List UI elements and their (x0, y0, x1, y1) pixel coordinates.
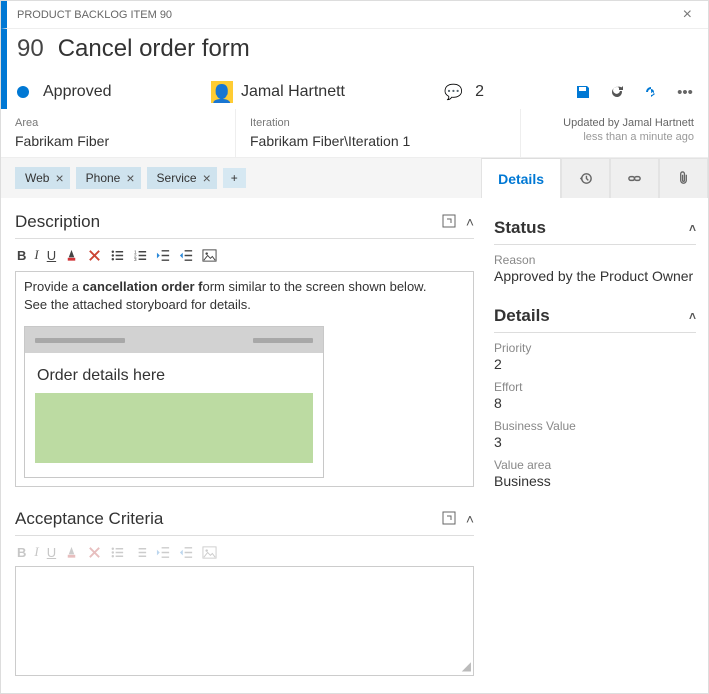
mockup-header (25, 327, 323, 353)
tag-phone[interactable]: Phone × (76, 167, 141, 189)
tag-service[interactable]: Service × (147, 167, 217, 189)
comment-icon[interactable]: 💬 (444, 83, 463, 101)
tab-history[interactable] (561, 158, 610, 198)
title-row: 90 Cancel order form (1, 29, 708, 75)
tag-add-button[interactable]: + (223, 168, 246, 188)
bold-button[interactable]: B (17, 248, 26, 263)
image-button[interactable] (202, 248, 217, 263)
description-editor[interactable]: Provide a cancellation order form simila… (15, 271, 474, 487)
undo-icon[interactable] (638, 84, 664, 100)
business-value-value[interactable]: 3 (494, 434, 696, 450)
underline-button[interactable]: U (47, 248, 56, 263)
underline-button[interactable]: U (47, 545, 56, 560)
bullet-list-button[interactable] (110, 248, 125, 263)
tab-attachments[interactable] (659, 158, 708, 198)
assignee-name[interactable]: Jamal Hartnett (241, 83, 345, 101)
tag-label: Service (157, 171, 197, 185)
iteration-value[interactable]: Fabrikam Fiber\Iteration 1 (250, 133, 506, 149)
bullet-list-button[interactable] (110, 545, 125, 560)
save-icon[interactable] (570, 84, 596, 100)
indent-button[interactable] (179, 545, 194, 560)
state-dot (17, 86, 29, 98)
fullscreen-icon[interactable] (442, 511, 456, 525)
iteration-label: Iteration (250, 117, 506, 129)
mockup-title: Order details here (37, 367, 313, 385)
value-area-value[interactable]: Business (494, 473, 696, 489)
area-label: Area (15, 117, 221, 129)
image-button[interactable] (202, 545, 217, 560)
acceptance-editor[interactable]: ◢ (15, 566, 474, 676)
close-button[interactable]: × (677, 6, 698, 24)
work-item-title[interactable]: Cancel order form (58, 35, 250, 63)
collapse-icon[interactable]: ˄ (689, 309, 696, 323)
tag-remove-icon[interactable]: × (203, 170, 211, 186)
description-mockup: Order details here (24, 326, 324, 478)
collapse-icon[interactable]: ˄ (466, 511, 474, 527)
updated-by: Updated by Jamal Hartnett (563, 117, 694, 129)
indent-button[interactable] (179, 248, 194, 263)
bold-button[interactable]: B (17, 545, 26, 560)
mockup-placeholder (35, 393, 313, 463)
more-icon[interactable]: ••• (672, 84, 698, 101)
outdent-button[interactable] (156, 248, 171, 263)
tab-details[interactable]: Details (481, 158, 561, 198)
italic-button[interactable]: I (34, 544, 38, 560)
number-list-button[interactable] (133, 545, 148, 560)
resize-grip-icon[interactable]: ◢ (462, 659, 471, 673)
tab-links[interactable] (610, 158, 659, 198)
work-item-type-eyebrow: PRODUCT BACKLOG ITEM 90 (17, 9, 172, 21)
clear-format-button[interactable] (87, 248, 102, 263)
priority-label: Priority (494, 341, 696, 355)
effort-value[interactable]: 8 (494, 395, 696, 411)
business-value-label: Business Value (494, 419, 696, 433)
fullscreen-icon[interactable] (442, 214, 456, 228)
tag-label: Web (25, 171, 49, 185)
description-text[interactable]: Provide a cancellation order form simila… (16, 272, 473, 320)
value-area-label: Value area (494, 458, 696, 472)
area-value[interactable]: Fabrikam Fiber (15, 133, 221, 149)
reason-label: Reason (494, 253, 696, 267)
refresh-icon[interactable] (604, 84, 630, 100)
tag-remove-icon[interactable]: × (55, 170, 63, 186)
italic-button[interactable]: I (34, 247, 38, 263)
effort-label: Effort (494, 380, 696, 394)
font-color-button[interactable] (64, 248, 79, 263)
reason-value[interactable]: Approved by the Product Owner (494, 268, 696, 284)
outdent-button[interactable] (156, 545, 171, 560)
acceptance-heading: Acceptance Criteria (15, 509, 163, 529)
updated-when: less than a minute ago (583, 131, 694, 143)
collapse-icon[interactable]: ˄ (466, 214, 474, 230)
details-heading: Details (494, 306, 550, 326)
acceptance-toolbar: B I U (15, 536, 474, 568)
collapse-icon[interactable]: ˄ (689, 221, 696, 235)
assignee-avatar[interactable]: 👤 (211, 81, 233, 103)
svg-text:3: 3 (134, 257, 137, 262)
status-heading: Status (494, 218, 546, 238)
description-toolbar: B I U 123 (15, 239, 474, 271)
state-label[interactable]: Approved (43, 83, 112, 101)
tag-remove-icon[interactable]: × (126, 170, 134, 186)
tag-label: Phone (86, 171, 121, 185)
description-heading: Description (15, 212, 100, 232)
work-item-id: 90 (17, 35, 44, 63)
font-color-button[interactable] (64, 545, 79, 560)
comment-count[interactable]: 2 (475, 83, 484, 101)
priority-value[interactable]: 2 (494, 356, 696, 372)
number-list-button[interactable]: 123 (133, 248, 148, 263)
tag-web[interactable]: Web × (15, 167, 70, 189)
clear-format-button[interactable] (87, 545, 102, 560)
